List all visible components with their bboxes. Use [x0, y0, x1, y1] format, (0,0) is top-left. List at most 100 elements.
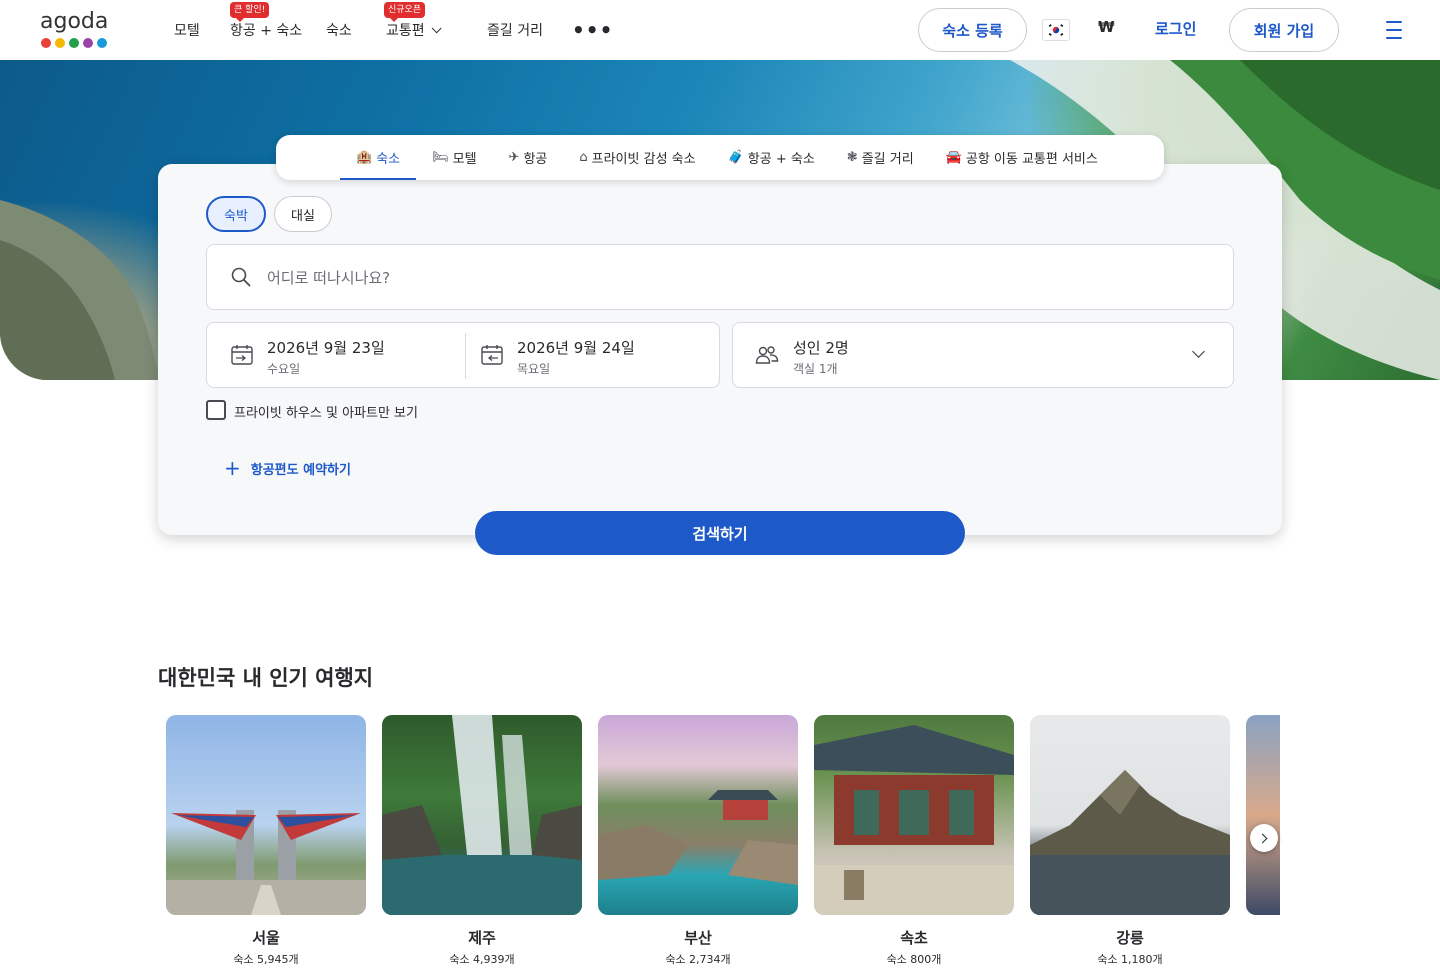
stay-type-daytime[interactable]: 대실 [274, 196, 332, 232]
destination-photo-seoul [166, 715, 366, 915]
destination-card-jeju[interactable]: 제주 숙소 4,939개 [382, 715, 582, 967]
nav-flight-hotel-badge: 큰 할인! [230, 2, 270, 22]
bundle-icon: 🧳 [727, 150, 744, 165]
destination-card-sokcho[interactable]: 속초 숙소 800개 [814, 715, 1014, 967]
destination-count: 숙소 800개 [886, 953, 942, 966]
menu-line [1386, 29, 1402, 31]
checkin-weekday: 수요일 [267, 362, 301, 376]
plus-icon: + [224, 456, 241, 480]
busan-temple-image [598, 790, 798, 885]
checkout-date: 2026년 9월 24일 [517, 339, 635, 357]
gangneung-island-image [1030, 770, 1230, 915]
destination-card-busan[interactable]: 부산 숙소 2,734개 [598, 715, 798, 967]
chevron-down-icon [1192, 345, 1205, 358]
guests-adults: 성인 2명 [793, 339, 849, 357]
search-icon [231, 267, 251, 287]
destination-name: 제주 [468, 929, 496, 947]
checkin-date: 2026년 9월 23일 [267, 339, 385, 357]
destination-name: 서울 [252, 929, 280, 947]
menu-line [1386, 21, 1402, 23]
guests-selector[interactable]: 성인 2명 객실 1개 [732, 322, 1234, 388]
more-dots-icon: ••• [572, 18, 614, 42]
tab-flight-hotel[interactable]: 🧳 항공 + 숙소 [712, 135, 831, 180]
house-icon: ⌂ [579, 150, 588, 165]
search-tabs: 🏨 숙소 🛏 모텔 ✈ 항공 ⌂ 프라이빗 감성 숙소 🧳 항공 + 숙소 ❃ … [276, 135, 1164, 180]
nav-more[interactable]: ••• [572, 0, 613, 60]
date-picker: 2026년 9월 23일 수요일 2026년 9월 24일 목요일 [206, 322, 720, 388]
guests-rooms: 객실 1개 [793, 362, 838, 376]
destination-name: 강릉 [1116, 929, 1144, 947]
destination-photo-jeju [382, 715, 582, 915]
destination-photo-sokcho [814, 715, 1014, 915]
calendar-checkout-icon [481, 345, 503, 365]
tab-hotels[interactable]: 🏨 숙소 [340, 135, 417, 180]
nav-hotels[interactable]: 숙소 [326, 0, 352, 60]
destination-card-seoul[interactable]: 서울 숙소 5,945개 [166, 715, 366, 967]
destination-search-box[interactable] [206, 244, 1234, 310]
private-only-checkbox[interactable] [206, 400, 226, 420]
ferris-wheel-icon: ❃ [846, 150, 858, 165]
tab-private-stays-label: 프라이빗 감성 숙소 [591, 152, 696, 167]
carousel-next-button[interactable] [1250, 824, 1278, 852]
logo-dot-blue [97, 38, 107, 48]
signup-button[interactable]: 회원 가입 [1229, 8, 1339, 52]
destination-name: 부산 [684, 929, 712, 947]
search-button[interactable]: 검색하기 [475, 511, 965, 555]
nav-transport-badge: 신규오픈 [384, 2, 426, 22]
currency-selector[interactable]: ₩ [1098, 18, 1115, 36]
logo-wordmark: agoda [40, 9, 109, 34]
destination-photo-partial [1246, 715, 1280, 915]
nav-activities-label: 즐길 거리 [487, 23, 543, 39]
private-only-label: 프라이빗 하우스 및 아파트만 보기 [234, 406, 418, 421]
plane-icon: ✈ [508, 150, 520, 165]
tab-motels-label: 모텔 [452, 152, 477, 167]
hamburger-menu-icon[interactable] [1386, 21, 1402, 39]
tab-activities[interactable]: ❃ 즐길 거리 [831, 135, 930, 180]
nav-motel[interactable]: 모텔 [174, 0, 200, 60]
destination-count: 숙소 4,939개 [449, 953, 515, 966]
logo-dot-red [41, 38, 51, 48]
checkout-date-field[interactable]: 2026년 9월 24일 목요일 [457, 323, 719, 387]
korea-flag-icon[interactable] [1042, 19, 1070, 41]
nav-activities[interactable]: 즐길 거리 [487, 0, 543, 60]
destination-input[interactable] [267, 265, 1167, 291]
agoda-logo[interactable]: agoda [40, 10, 114, 50]
logo-dot-yellow [55, 38, 65, 48]
sokcho-temple-image [814, 725, 1014, 915]
menu-line [1386, 37, 1402, 39]
tab-hotels-label: 숙소 [376, 152, 401, 167]
destination-name: 속초 [900, 929, 928, 947]
destinations-carousel: 서울 숙소 5,945개 제주 숙소 4,939개 부산 숙소 2,734개 속… [158, 715, 1280, 980]
nav-motel-label: 모텔 [174, 23, 200, 39]
popular-destinations-title: 대한민국 내 인기 여행지 [158, 666, 374, 690]
seoul-gate-image [166, 810, 366, 915]
jeju-waterfall-image [382, 715, 582, 915]
tab-private-stays[interactable]: ⌂ 프라이빗 감성 숙소 [563, 135, 711, 180]
checkout-weekday: 목요일 [517, 362, 551, 376]
logo-dot-green [69, 38, 79, 48]
login-link[interactable]: 로그인 [1155, 18, 1196, 39]
destination-photo-busan [598, 715, 798, 915]
tab-airport-transfer[interactable]: 🚘 공항 이동 교통편 서비스 [930, 135, 1114, 180]
chevron-right-icon [1257, 833, 1268, 843]
add-flight-link[interactable]: + 항공편도 예약하기 [224, 458, 351, 478]
add-flight-label: 항공편도 예약하기 [250, 462, 351, 478]
flag-graphic [1046, 23, 1066, 37]
nav-transport[interactable]: 신규오픈 교통편 [384, 0, 442, 60]
bed-icon: 🛏 [432, 150, 449, 165]
nav-flight-hotel[interactable]: 큰 할인! 항공 + 숙소 [230, 0, 302, 60]
logo-dots [40, 38, 114, 48]
checkin-date-field[interactable]: 2026년 9월 23일 수요일 [207, 323, 465, 387]
destination-count: 숙소 1,180개 [1097, 953, 1163, 966]
stay-type-overnight[interactable]: 숙박 [206, 196, 266, 232]
tab-motels[interactable]: 🛏 모텔 [416, 135, 492, 180]
tab-flights[interactable]: ✈ 항공 [493, 135, 564, 180]
top-header: agoda 모텔 큰 할인! 항공 + 숙소 숙소 신규오픈 교통편 즐길 거리… [0, 0, 1440, 60]
destination-card-gangneung[interactable]: 강릉 숙소 1,180개 [1030, 715, 1230, 967]
destination-card-partial[interactable] [1246, 715, 1280, 915]
register-property-button[interactable]: 숙소 등록 [918, 8, 1027, 52]
nav-flight-hotel-label: 항공 + 숙소 [230, 23, 303, 39]
destination-count: 숙소 5,945개 [233, 953, 299, 966]
tab-flights-label: 항공 [523, 152, 548, 167]
car-icon: 🚘 [945, 150, 962, 165]
